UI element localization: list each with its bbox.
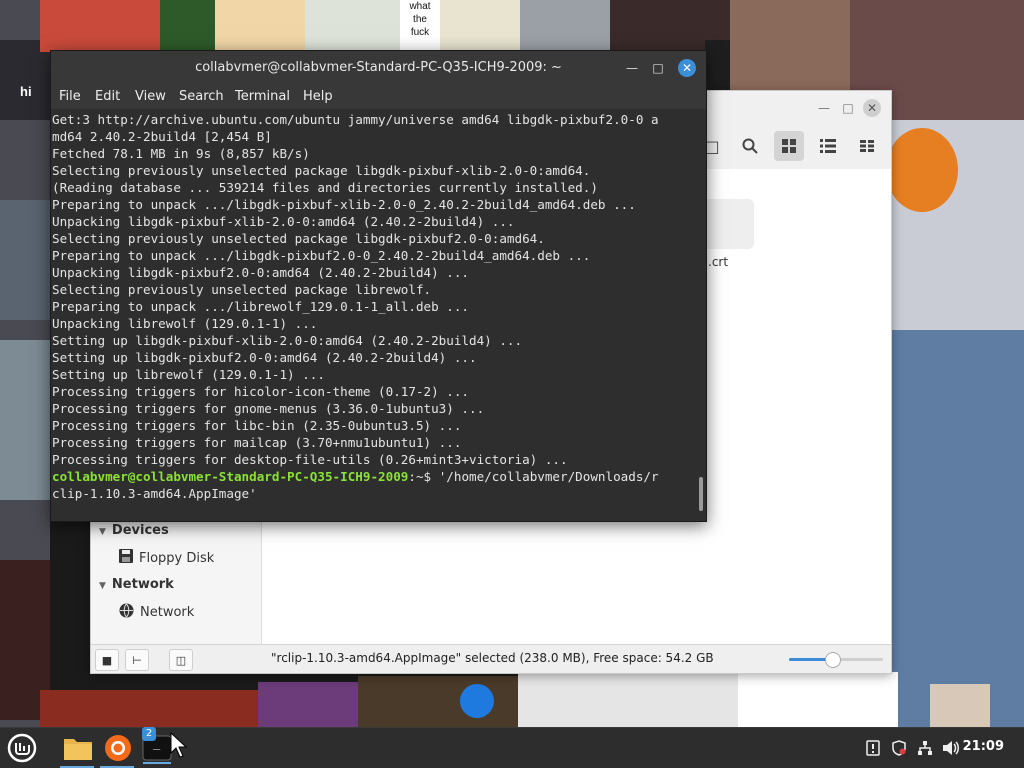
maximize-icon[interactable]: □	[839, 99, 857, 117]
terminal-window: collabvmer@collabvmer-Standard-PC-Q35-IC…	[50, 50, 707, 522]
terminal-scrollbar[interactable]	[699, 477, 703, 511]
terminal-line: Processing triggers for mailcap (3.70+nm…	[52, 435, 462, 450]
mint-menu-icon[interactable]	[6, 732, 38, 764]
terminal-output[interactable]: Get:3 http://archive.ubuntu.com/ubuntu j…	[51, 109, 696, 521]
sidebar-item-label: Floppy Disk	[139, 550, 215, 566]
menu-terminal[interactable]: Terminal	[235, 89, 290, 104]
menu-search[interactable]: Search	[179, 89, 224, 104]
terminal-line: Selecting previously unselected package …	[52, 163, 591, 178]
terminal-line: Preparing to unpack .../librewolf_129.0.…	[52, 299, 470, 314]
chevron-down-icon: ▼	[99, 581, 106, 591]
network-icon[interactable]	[917, 740, 933, 760]
terminal-line: Setting up libgdk-pixbuf-xlib-2.0-0:amd6…	[52, 333, 523, 348]
floppy-disk-icon	[119, 549, 133, 567]
terminal-line: Unpacking librewolf (129.0.1-1) ...	[52, 316, 318, 331]
maximize-icon[interactable]: □	[649, 59, 667, 77]
list-view-icon[interactable]	[813, 131, 843, 161]
compact-view-icon[interactable]	[852, 131, 882, 161]
minimize-icon[interactable]: —	[815, 99, 833, 117]
sidebar-header-network[interactable]: ▼ Network	[99, 577, 174, 592]
terminal-command: '/home/collabvmer/Downloads/r	[438, 469, 659, 484]
file-label[interactable]: .crt	[708, 255, 728, 269]
taskbar: _ 2 21:09	[0, 727, 1024, 768]
terminal-line: Preparing to unpack .../libgdk-pixbuf2.0…	[52, 248, 591, 263]
places-toggle-icon[interactable]: ■	[95, 649, 119, 671]
terminal-prompt-line: collabvmer@collabvmer-Standard-PC-Q35-IC…	[52, 468, 696, 485]
clock[interactable]: 21:09	[963, 739, 1004, 754]
network-icon	[119, 603, 134, 622]
sidebar-item-label: Network	[140, 605, 195, 620]
menu-help[interactable]: Help	[303, 89, 333, 104]
terminal-line: Unpacking libgdk-pixbuf-xlib-2.0-0:amd64…	[52, 214, 515, 229]
zoom-slider[interactable]	[789, 652, 883, 668]
status-bar: ■ ⊢ ◫ "rclip-1.10.3-amd64.AppImage" sele…	[91, 644, 891, 673]
terminal-line: Processing triggers for gnome-menus (3.3…	[52, 401, 485, 416]
terminal-line: Setting up libgdk-pixbuf2.0-0:amd64 (2.4…	[52, 350, 477, 365]
sidebar-header-devices[interactable]: ▼ Devices	[99, 523, 169, 538]
terminal-command-continuation: clip-1.10.3-amd64.AppImage'	[52, 486, 257, 501]
terminal-line: Unpacking libgdk-pixbuf2.0-0:amd64 (2.40…	[52, 265, 470, 280]
close-icon[interactable]: ✕	[678, 59, 696, 77]
terminal-line: Fetched 78.1 MB in 9s (8,857 kB/s)	[52, 146, 310, 161]
terminal-titlebar[interactable]: collabvmer@collabvmer-Standard-PC-Q35-IC…	[51, 51, 706, 85]
terminal-line: md64 2.40.2-2build4 [2,454 B]	[52, 129, 272, 144]
volume-icon[interactable]	[942, 740, 960, 760]
status-text: "rclip-1.10.3-amd64.AppImage" selected (…	[271, 651, 714, 665]
wallpaper-text-hi: hi	[20, 84, 32, 99]
terminal-line: (Reading database ... 539214 files and d…	[52, 180, 598, 195]
zoom-slider-handle[interactable]	[825, 652, 842, 668]
sidebar-item-floppy-disk[interactable]: Floppy Disk	[119, 549, 214, 567]
terminal-line: Processing triggers for desktop-file-uti…	[52, 452, 568, 467]
menu-edit[interactable]: Edit	[95, 89, 120, 104]
notifications-icon[interactable]	[866, 740, 880, 760]
sidebar-header-label: Network	[111, 577, 174, 592]
wallpaper-text-meme: what the fuck	[409, 1, 431, 38]
terminal-line: Processing triggers for hicolor-icon-the…	[52, 384, 470, 399]
firefox-icon[interactable]	[102, 732, 134, 764]
files-icon[interactable]	[62, 732, 94, 764]
menu-view[interactable]: View	[135, 89, 166, 104]
menu-file[interactable]: File	[59, 89, 81, 104]
sidebar-toggle-icon[interactable]: ◫	[169, 649, 193, 671]
shield-icon[interactable]	[891, 740, 907, 760]
terminal-line: Preparing to unpack .../libgdk-pixbuf-xl…	[52, 197, 636, 212]
chevron-down-icon: ▼	[99, 527, 106, 537]
search-icon[interactable]	[735, 131, 765, 161]
sidebar-header-label: Devices	[111, 523, 169, 538]
terminal-line: Processing triggers for libc-bin (2.35-0…	[52, 418, 462, 433]
tree-toggle-icon[interactable]: ⊢	[125, 649, 149, 671]
terminal-line: Selecting previously unselected package …	[52, 282, 432, 297]
icon-view-icon[interactable]	[774, 131, 804, 161]
sidebar-item-network[interactable]: Network	[119, 603, 194, 622]
terminal-prompt: collabvmer@collabvmer-Standard-PC-Q35-IC…	[52, 469, 409, 484]
window-count-badge: 2	[142, 727, 156, 741]
file-icon[interactable]	[702, 199, 754, 249]
window-title: collabvmer@collabvmer-Standard-PC-Q35-IC…	[195, 60, 562, 75]
terminal-line: Selecting previously unselected package …	[52, 231, 545, 246]
terminal-line: Setting up librewolf (129.0.1-1) ...	[52, 367, 325, 382]
terminal-menubar: File Edit View Search Terminal Help	[51, 85, 706, 109]
active-window-indicator	[143, 762, 171, 764]
terminal-prompt-suffix: :~$	[408, 469, 439, 484]
minimize-icon[interactable]: —	[623, 59, 641, 77]
mouse-cursor-icon	[170, 731, 188, 762]
close-icon[interactable]: ✕	[863, 99, 881, 117]
terminal-line: Get:3 http://archive.ubuntu.com/ubuntu j…	[52, 112, 659, 127]
